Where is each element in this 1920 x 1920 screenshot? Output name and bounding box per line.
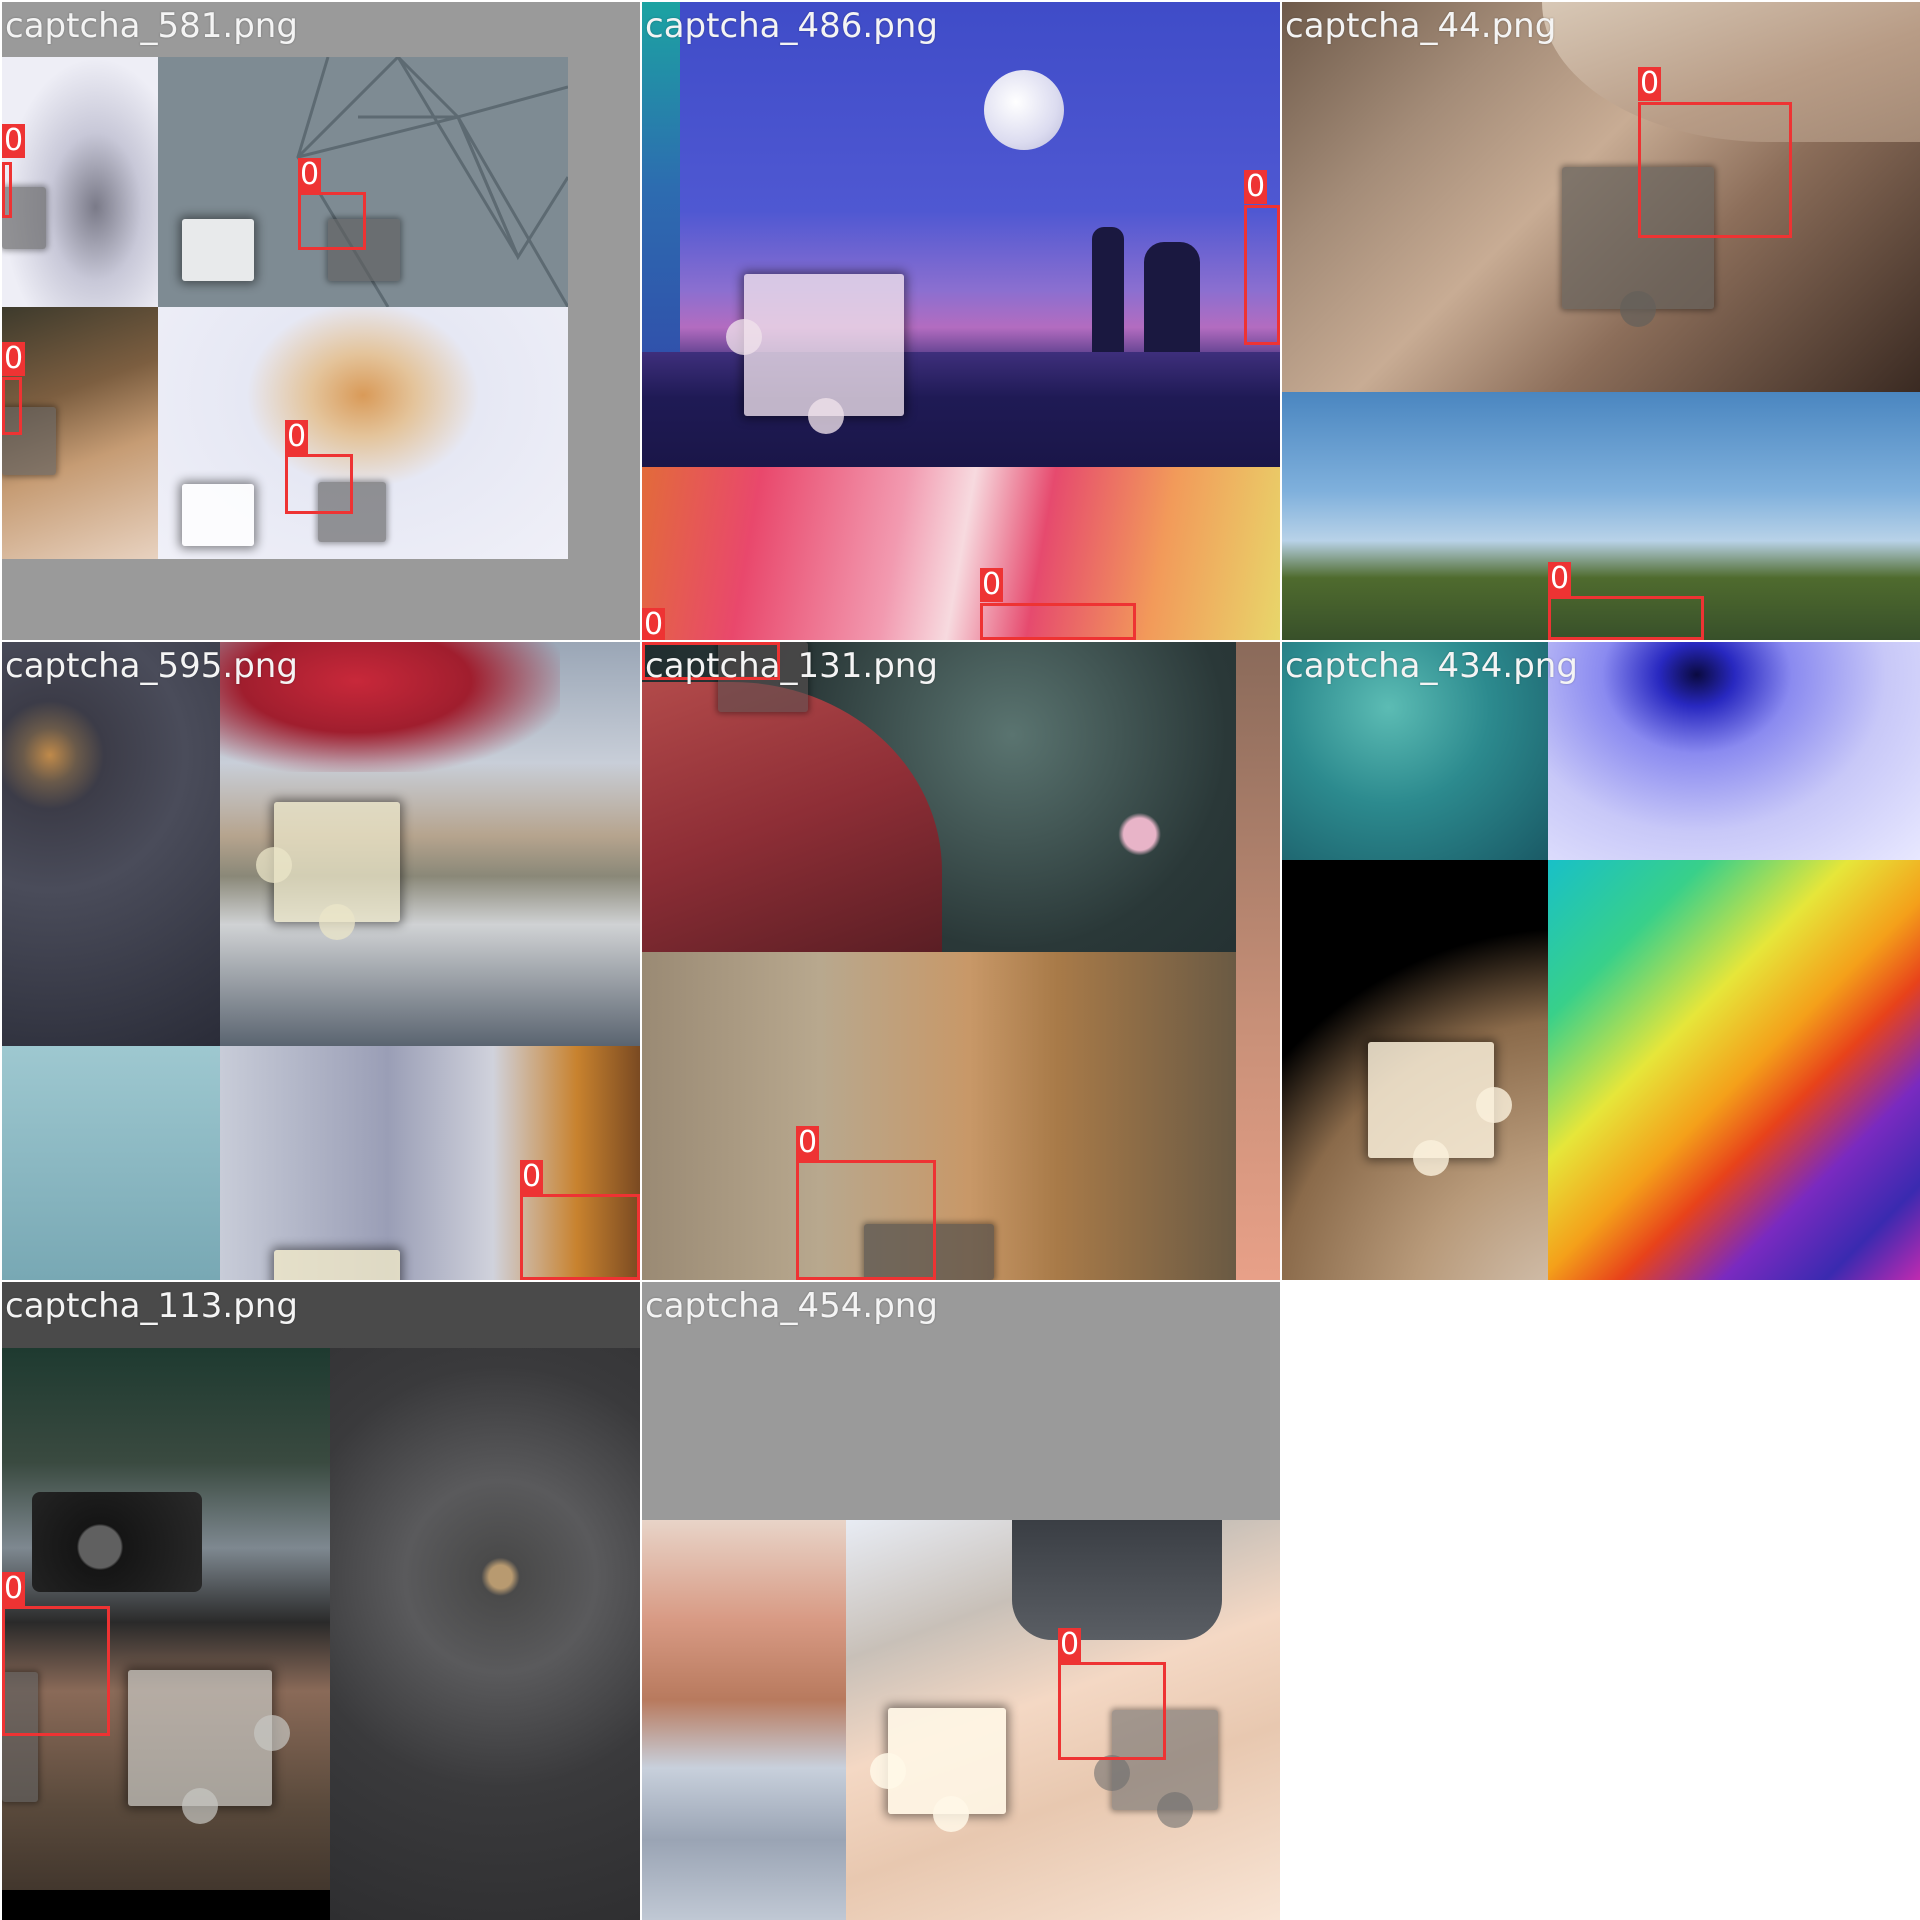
tile-captcha-581[interactable]: captcha_581.png 0 0 0 0: [2, 2, 640, 640]
piece-knob: [1620, 291, 1656, 327]
detection-class-label: 0: [298, 157, 322, 192]
detection-box: [980, 603, 1136, 640]
detection-class-label: 0: [796, 1125, 820, 1160]
puzzle-piece[interactable]: [870, 1708, 1006, 1832]
detection-box: [298, 192, 366, 250]
photo-rainbow-lowpoly: [1548, 860, 1920, 1280]
detection-class-label: 0: [1244, 169, 1268, 204]
piece-knob: [254, 1715, 290, 1751]
detection-box: [1638, 102, 1792, 238]
photo-eagle: [2, 642, 220, 1046]
tile-captcha-113[interactable]: captcha_113.png 0: [2, 1282, 640, 1920]
detection-class-label: 0: [520, 1159, 544, 1194]
photo-bottom-bar: [2, 1890, 330, 1920]
detection-box: [2, 377, 22, 435]
moon-shape: [984, 70, 1064, 150]
tile-filename: captcha_581.png: [5, 6, 298, 46]
photo-right-strip: [1236, 642, 1280, 1280]
piece-knob: [1413, 1140, 1449, 1176]
photo-teal-sky: [2, 1046, 220, 1280]
piece-knob: [933, 1796, 969, 1832]
piece-knob: [182, 1788, 218, 1824]
tile-captcha-44[interactable]: captcha_44.png 0 0: [1282, 2, 1920, 640]
piece-knob: [870, 1753, 906, 1789]
puzzle-piece[interactable]: [726, 274, 904, 434]
photo-camera: [32, 1492, 202, 1592]
detection-class-label: 0: [2, 1571, 26, 1606]
puzzle-piece[interactable]: [182, 219, 254, 281]
tile-filename: captcha_131.png: [645, 646, 938, 686]
detection-class-label: 0: [2, 123, 26, 158]
detection-box: [2, 1606, 110, 1736]
photo-cherry-lake: [642, 1520, 846, 1920]
puzzle-piece[interactable]: [1368, 1042, 1512, 1176]
photo-lowpoly-pink: [642, 467, 1280, 640]
piece-knob: [256, 847, 292, 883]
photo-eagle-2: [330, 1348, 640, 1920]
detection-class-label: 0: [285, 419, 309, 454]
puzzle-piece[interactable]: [128, 1670, 290, 1824]
piece-knob: [1476, 1087, 1512, 1123]
puzzle-piece[interactable]: [274, 1250, 400, 1280]
tile-filename: captcha_486.png: [645, 6, 938, 46]
puzzle-piece[interactable]: [256, 802, 400, 940]
tile-captcha-486[interactable]: captcha_486.png 0 0 0: [642, 2, 1280, 640]
detection-box: [1058, 1662, 1166, 1760]
detection-class-label: 0: [1058, 1627, 1082, 1662]
puzzle-piece[interactable]: [182, 484, 254, 546]
detection-box: [2, 162, 12, 218]
tile-captcha-454[interactable]: captcha_454.png 0: [642, 1282, 1280, 1920]
tile-filename: captcha_454.png: [645, 1286, 938, 1326]
photo-hills: [642, 352, 1280, 467]
tile-filename: captcha_113.png: [5, 1286, 298, 1326]
detection-box: [1244, 205, 1280, 345]
detection-box: [796, 1160, 936, 1280]
photo-smoke: [2, 57, 158, 307]
tile-filename: captcha_44.png: [1285, 6, 1557, 46]
tile-filename: captcha_595.png: [5, 646, 298, 686]
tile-filename: captcha_434.png: [1285, 646, 1578, 686]
detection-box: [1548, 596, 1704, 640]
piece-knob: [319, 904, 355, 940]
detection-box: [285, 454, 353, 514]
photo-blue-eye: [1548, 642, 1920, 860]
detection-class-label: 0: [2, 341, 26, 376]
piece-knob: [1094, 1755, 1130, 1791]
tile-captcha-131[interactable]: captcha_131.png 0: [642, 642, 1280, 1280]
detection-class-label: 0: [1638, 66, 1662, 101]
detection-class-label: 0: [980, 567, 1004, 602]
tile-captcha-434[interactable]: captcha_434.png: [1282, 642, 1920, 1280]
piece-knob: [808, 398, 844, 434]
detection-class-label: 0: [1548, 561, 1572, 596]
detection-box: [520, 1194, 640, 1280]
detection-class-label: 0: [642, 607, 666, 640]
piece-knob: [726, 319, 762, 355]
photo-backpack: [1012, 1520, 1222, 1640]
tile-captcha-595[interactable]: captcha_595.png 0: [2, 642, 640, 1280]
piece-knob: [1157, 1792, 1193, 1828]
